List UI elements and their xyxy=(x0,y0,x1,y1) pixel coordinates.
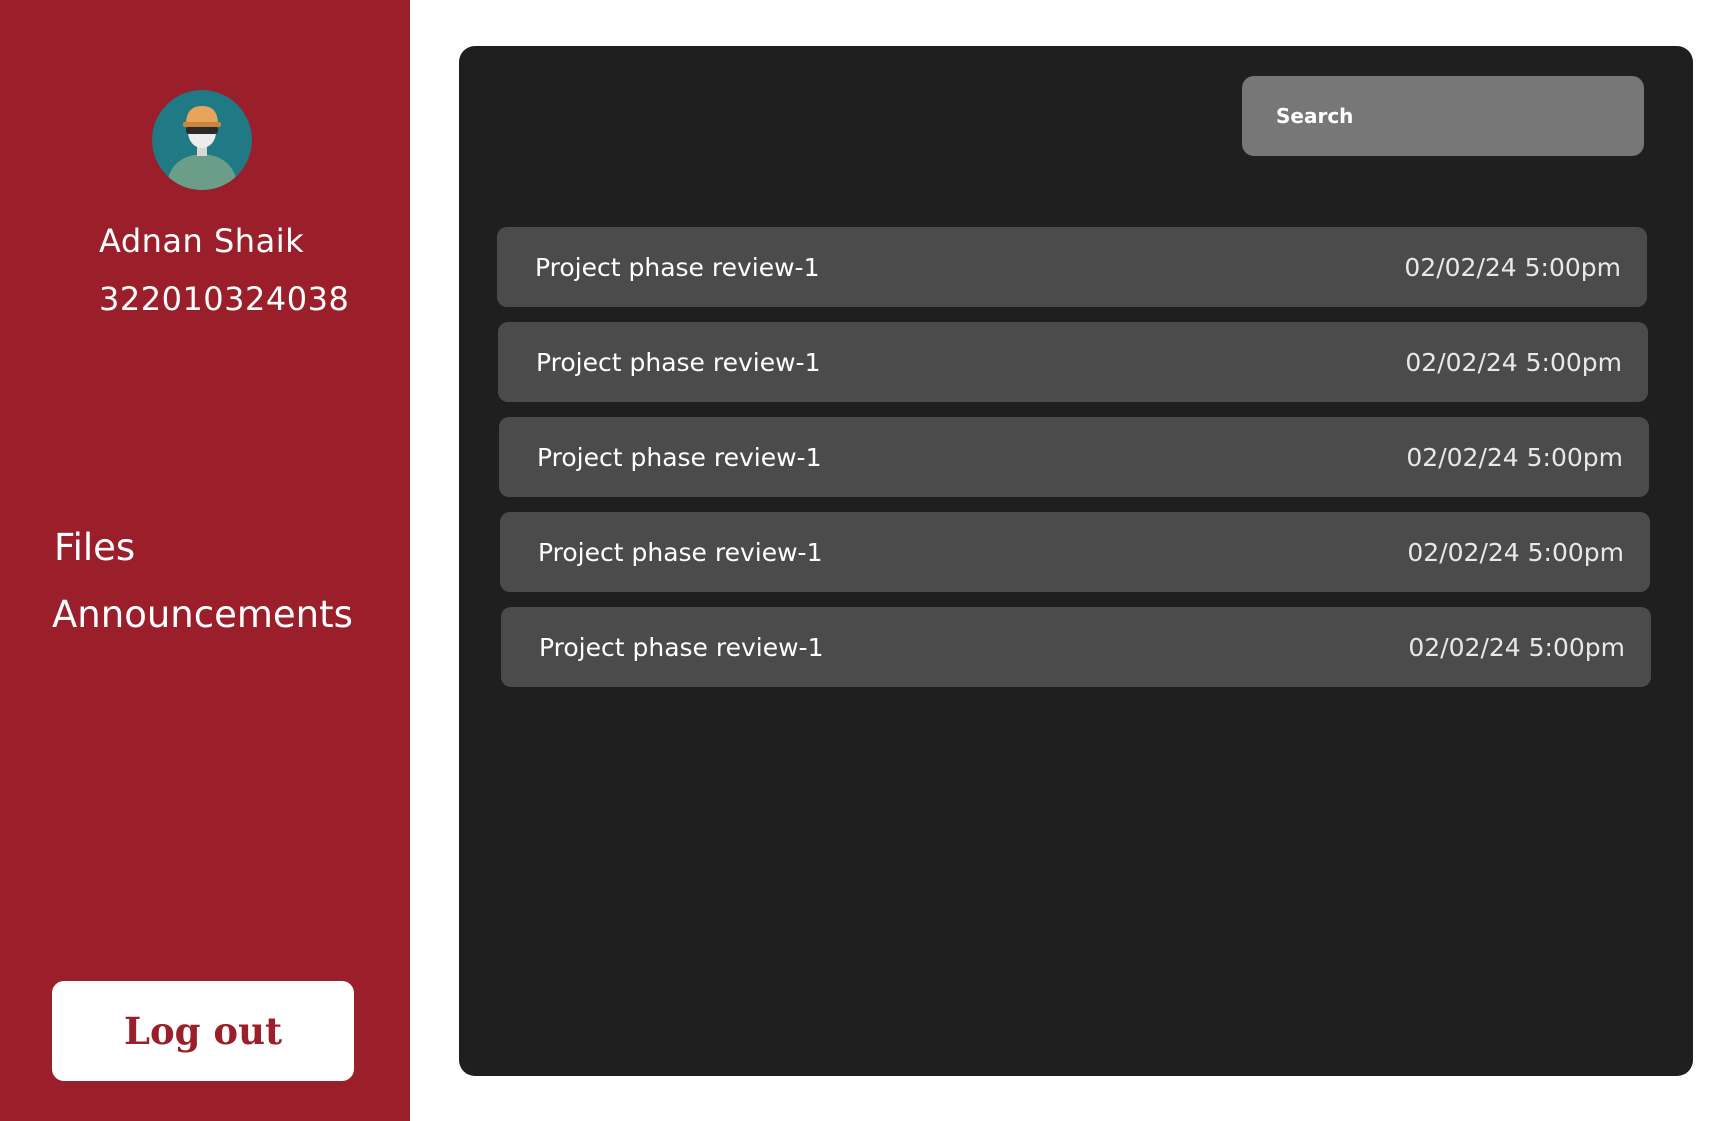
item-date: 02/02/24 5:00pm xyxy=(1405,347,1622,377)
item-title: Project phase review-1 xyxy=(536,347,821,377)
sidebar: Adnan Shaik 322010324038 Files Announcem… xyxy=(0,0,410,1121)
list-item[interactable]: Project phase review-1 02/02/24 5:00pm xyxy=(497,227,1647,307)
list-item[interactable]: Project phase review-1 02/02/24 5:00pm xyxy=(500,512,1650,592)
search-input[interactable] xyxy=(1242,76,1644,156)
nav-announcements[interactable]: Announcements xyxy=(52,593,353,636)
item-title: Project phase review-1 xyxy=(537,442,822,472)
list-item[interactable]: Project phase review-1 02/02/24 5:00pm xyxy=(499,417,1649,497)
list-item[interactable]: Project phase review-1 02/02/24 5:00pm xyxy=(498,322,1648,402)
list-item[interactable]: Project phase review-1 02/02/24 5:00pm xyxy=(501,607,1651,687)
item-date: 02/02/24 5:00pm xyxy=(1408,632,1625,662)
item-date: 02/02/24 5:00pm xyxy=(1404,252,1621,282)
logout-button[interactable]: Log out xyxy=(52,981,354,1081)
user-id: 322010324038 xyxy=(99,280,350,318)
item-date: 02/02/24 5:00pm xyxy=(1406,442,1623,472)
nav-files[interactable]: Files xyxy=(54,526,135,569)
item-title: Project phase review-1 xyxy=(538,537,823,567)
item-title: Project phase review-1 xyxy=(535,252,820,282)
item-date: 02/02/24 5:00pm xyxy=(1407,537,1624,567)
user-name: Adnan Shaik xyxy=(99,222,305,260)
user-avatar-icon[interactable] xyxy=(152,90,252,190)
item-title: Project phase review-1 xyxy=(539,632,824,662)
main-panel: Project phase review-1 02/02/24 5:00pm P… xyxy=(459,46,1693,1076)
